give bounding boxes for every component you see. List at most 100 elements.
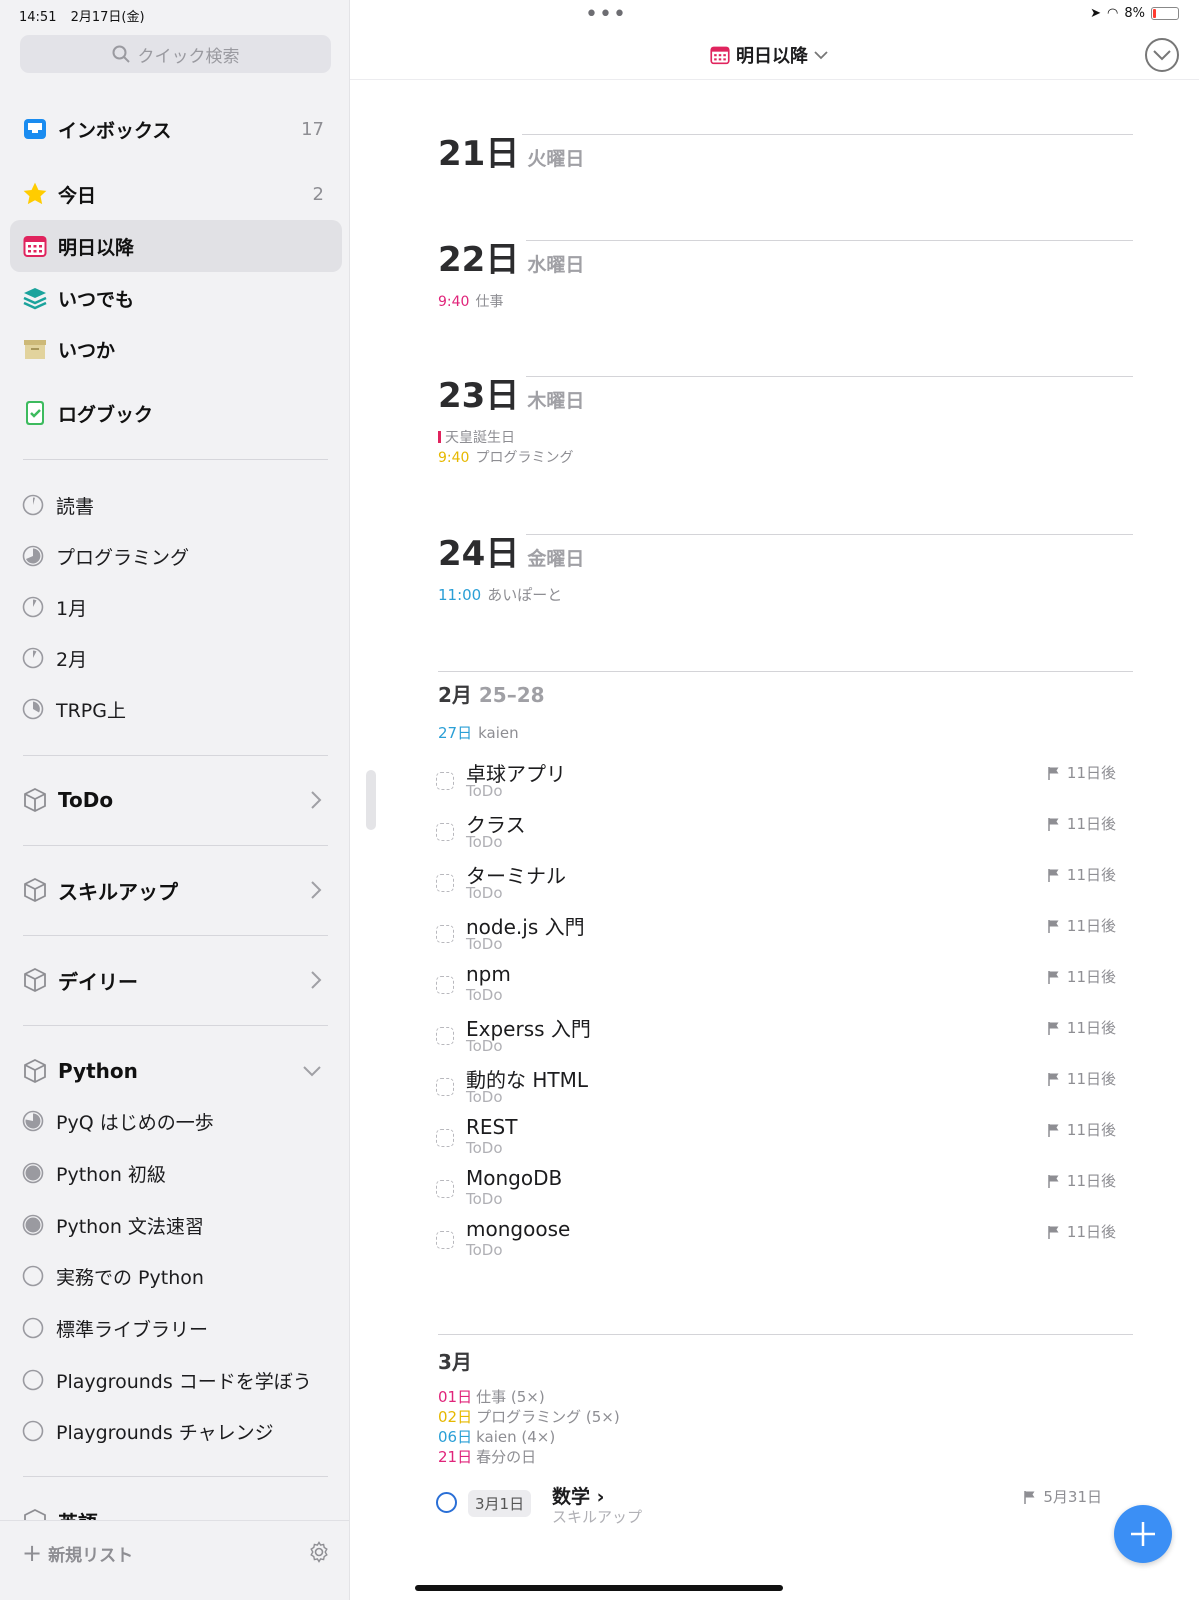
calendar-event[interactable]: 21日 春分の日 (438, 1446, 536, 1467)
project-playgrounds-challenge[interactable]: Playgrounds チャレンジ (10, 1408, 342, 1454)
split-view-handle[interactable] (366, 770, 376, 830)
area-label: ToDo (58, 788, 114, 812)
area-cube-icon (24, 877, 46, 903)
todo-item[interactable]: 動的な HTML ToDo 11日後 (436, 1064, 1116, 1114)
area-skillup[interactable]: スキルアップ (10, 865, 342, 915)
progress-ring-icon (22, 647, 44, 669)
todo-checkbox[interactable] (436, 1231, 454, 1249)
calendar-event[interactable]: 01日 仕事 (5×) (438, 1386, 545, 1407)
area-todo[interactable]: ToDo (10, 775, 342, 825)
event-label: kaien (4×) (476, 1428, 556, 1446)
chevron-right-icon (311, 791, 322, 809)
progress-ring-icon (22, 698, 44, 720)
project-pyq[interactable]: PyQ はじめの一歩 (10, 1098, 342, 1144)
todo-area: ToDo (466, 935, 503, 953)
holiday-event[interactable]: 天皇誕生日 (438, 427, 515, 447)
flag-icon (1048, 1021, 1059, 1035)
todo-item[interactable]: npm ToDo 11日後 (436, 962, 1116, 1012)
scheduled-deadline: 5月31日 (1023, 1486, 1102, 1507)
gear-icon[interactable] (308, 1541, 330, 1563)
nav-inbox-label: インボックス (58, 119, 172, 142)
nav-today[interactable]: 今日 2 (10, 168, 342, 220)
project-label: 標準ライブラリー (56, 1318, 209, 1341)
home-indicator[interactable] (415, 1585, 783, 1591)
separator (23, 459, 328, 460)
project-python-beginner[interactable]: Python 初級 (10, 1150, 342, 1196)
project-february[interactable]: 2月 (10, 635, 342, 681)
add-todo-button[interactable] (1114, 1505, 1172, 1563)
scheduled-project[interactable]: 3月1日 数学 › スキルアップ 5月31日 (436, 1482, 1116, 1530)
todo-item[interactable]: 卓球アプリ ToDo 11日後 (436, 758, 1116, 808)
todo-title: mongoose (466, 1217, 571, 1241)
event-label: プログラミング (475, 450, 574, 466)
calendar-event[interactable]: 9:40 プログラミング (438, 447, 573, 467)
progress-ring-icon (22, 1265, 44, 1287)
todo-item[interactable]: Experss 入門 ToDo 11日後 (436, 1013, 1116, 1063)
calendar-event[interactable]: 27日 kaien (438, 722, 519, 743)
event-time: 9:40 (438, 294, 470, 310)
todo-checkbox[interactable] (436, 976, 454, 994)
nav-anytime[interactable]: いつでも (10, 272, 342, 324)
project-circle-icon[interactable] (436, 1492, 457, 1513)
nav-upcoming[interactable]: 明日以降 (10, 220, 342, 272)
nav-logbook[interactable]: ログブック (10, 387, 342, 439)
day-header: 22日 水曜日 (438, 232, 1133, 281)
todo-checkbox[interactable] (436, 823, 454, 841)
project-reading[interactable]: 読書 (10, 482, 342, 528)
area-python[interactable]: Python (10, 1046, 342, 1096)
calendar-event[interactable]: 02日 プログラミング (5×) (438, 1406, 620, 1427)
todo-checkbox[interactable] (436, 925, 454, 943)
todo-checkbox[interactable] (436, 1027, 454, 1045)
todo-item[interactable]: ターミナル ToDo 11日後 (436, 860, 1116, 910)
project-stdlib[interactable]: 標準ライブラリー (10, 1305, 342, 1351)
area-daily[interactable]: デイリー (10, 955, 342, 1005)
todo-checkbox[interactable] (436, 1129, 454, 1147)
multitask-dots-icon[interactable]: ••• (585, 2, 627, 27)
scheduled-title: 数学 › (552, 1482, 604, 1509)
calendar-event[interactable]: 9:40 仕事 (438, 291, 503, 311)
deadline-text: 11日後 (1066, 1070, 1116, 1088)
calendar-event[interactable]: 11:00 あいぽーと (438, 584, 562, 605)
project-trpg[interactable]: TRPG上 (10, 686, 342, 732)
new-list-button[interactable]: + 新規リスト (22, 1539, 133, 1567)
todo-deadline: 11日後 (1047, 762, 1116, 783)
separator (23, 755, 328, 756)
day-weekday: 水曜日 (527, 254, 585, 276)
todo-item[interactable]: MongoDB ToDo 11日後 (436, 1166, 1116, 1216)
quick-search[interactable]: クイック検索 (20, 35, 331, 73)
day-weekday: 金曜日 (527, 548, 585, 570)
sidebar-footer: + 新規リスト (0, 1520, 349, 1600)
todo-checkbox[interactable] (436, 1180, 454, 1198)
project-label: プログラミング (56, 546, 190, 569)
todo-deadline: 11日後 (1047, 915, 1116, 936)
event-day: 21日 (438, 1448, 473, 1466)
todo-checkbox[interactable] (436, 772, 454, 790)
nav-someday[interactable]: いつか (10, 323, 342, 375)
project-playgrounds-learn[interactable]: Playgrounds コードを学ぼう (10, 1357, 342, 1403)
project-python-grammar[interactable]: Python 文法速習 (10, 1202, 342, 1248)
todo-checkbox[interactable] (436, 1078, 454, 1096)
todo-item[interactable]: REST ToDo 11日後 (436, 1115, 1116, 1165)
day-number: 23日 (438, 376, 520, 416)
day-divider (526, 376, 1133, 377)
scheduled-date-badge: 3月1日 (468, 1490, 532, 1517)
event-label: 春分の日 (476, 1448, 537, 1466)
todo-item[interactable]: node.js 入門 ToDo 11日後 (436, 911, 1116, 961)
todo-item[interactable]: mongoose ToDo 11日後 (436, 1217, 1116, 1267)
sidebar: 14:51 2月17日(金) クイック検索 インボックス 17 今日 2 明日以… (0, 0, 350, 1600)
project-programming[interactable]: プログラミング (10, 533, 342, 579)
project-january[interactable]: 1月 (10, 584, 342, 630)
logbook-icon (22, 400, 48, 426)
more-options-button[interactable] (1145, 38, 1179, 72)
project-python-work[interactable]: 実務での Python (10, 1253, 342, 1299)
deadline-text: 5月31日 (1043, 1488, 1102, 1506)
separator (23, 1025, 328, 1026)
calendar-event[interactable]: 06日 kaien (4×) (438, 1426, 555, 1447)
flag-icon (1048, 868, 1059, 882)
view-title[interactable]: 明日以降 (710, 42, 834, 68)
today-count: 2 (312, 183, 324, 205)
nav-inbox[interactable]: インボックス 17 (10, 103, 342, 155)
range-month: 2月 (438, 683, 472, 707)
todo-item[interactable]: クラス ToDo 11日後 (436, 809, 1116, 859)
todo-checkbox[interactable] (436, 874, 454, 892)
